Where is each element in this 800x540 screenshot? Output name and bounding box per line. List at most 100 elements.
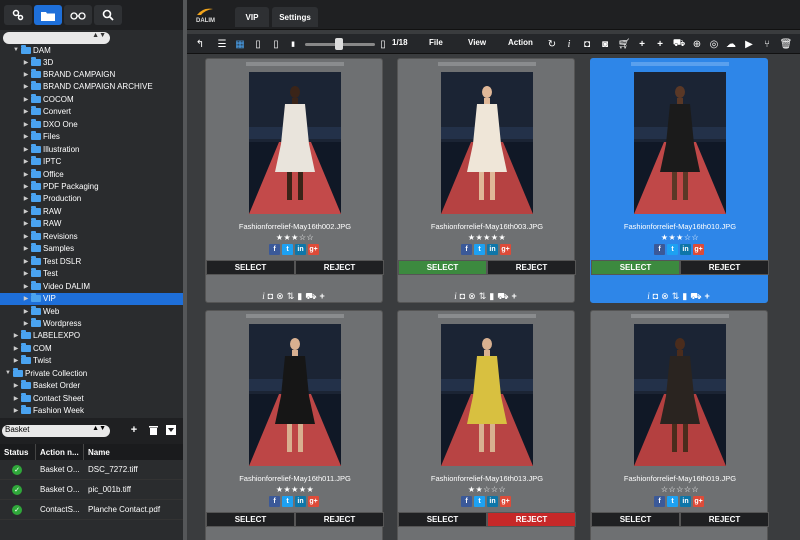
share-twitter-icon[interactable]: t (474, 496, 485, 507)
expand-toggle-icon[interactable]: ▶ (22, 283, 30, 290)
expand-toggle-icon[interactable]: ▶ (22, 108, 30, 115)
cloud-button[interactable]: ☁ (724, 36, 738, 52)
refresh-button[interactable]: ↻ (545, 36, 559, 52)
card-handle[interactable] (438, 62, 536, 66)
plus-icon[interactable]: + (512, 291, 520, 301)
tree-node[interactable]: ▶ Wordpress (22, 317, 82, 329)
tree-node[interactable]: ▶ Basket Order (12, 380, 80, 392)
select-button[interactable]: SELECT (591, 260, 680, 275)
share-facebook-icon[interactable]: f (269, 496, 280, 507)
expand-toggle-icon[interactable]: ▶ (22, 59, 30, 66)
expand-toggle-icon[interactable]: ▶ (22, 208, 30, 215)
tree-node[interactable]: ▶ DXO One (22, 118, 78, 130)
expand-toggle-icon[interactable]: ▶ (22, 133, 30, 140)
reject-button[interactable]: REJECT (295, 260, 384, 275)
workflow-button[interactable]: ⑂ (760, 36, 774, 52)
upload-button[interactable]: ◙ (598, 36, 612, 52)
tree-node[interactable]: ▶ Twist (12, 355, 51, 367)
zoom-slider-handle[interactable] (335, 38, 343, 50)
star-rating[interactable]: ★★☆☆☆ (398, 485, 576, 494)
trash-icon[interactable]: ▮ (297, 291, 305, 301)
select-button[interactable]: SELECT (398, 260, 487, 275)
basket-row[interactable]: ✓ Basket O... DSC_7272.tiff (0, 460, 183, 480)
tree-root-select[interactable]: ▲▼ (3, 32, 110, 44)
download-icon[interactable]: ◘ (653, 291, 661, 301)
zoom-in-icon[interactable]: ▯ (377, 36, 389, 52)
expand-toggle-icon[interactable]: ▼ (12, 47, 20, 53)
download-icon[interactable]: ◘ (460, 291, 468, 301)
menu-file[interactable]: File (429, 38, 443, 47)
expand-toggle-icon[interactable]: ▶ (12, 357, 20, 364)
card-handle[interactable] (246, 314, 344, 318)
share-linkedin-icon[interactable]: in (295, 496, 306, 507)
folder-button[interactable] (34, 5, 62, 25)
asset-thumbnail[interactable] (249, 324, 341, 466)
expand-toggle-icon[interactable]: ▶ (22, 270, 30, 277)
grid-view-button[interactable]: ▦ (233, 36, 247, 52)
basket-row[interactable]: ✓ Basket O... pic_001b.tiff (0, 480, 183, 500)
glasses-button[interactable] (64, 5, 92, 25)
tree-node[interactable]: ▶ BRAND CAMPAIGN ARCHIVE (22, 81, 153, 93)
asset-card[interactable]: Fashionforrelief-May16th002.JPG ★★★☆☆ f t in… (205, 58, 384, 303)
asset-thumbnail[interactable] (441, 324, 533, 466)
expand-toggle-icon[interactable]: ▶ (22, 71, 30, 78)
select-button[interactable]: SELECT (398, 512, 487, 527)
share-facebook-icon[interactable]: f (654, 244, 665, 255)
share-googleplus-icon[interactable]: g+ (500, 496, 511, 507)
reject-button[interactable]: REJECT (680, 512, 769, 527)
expand-toggle-icon[interactable]: ▶ (22, 96, 30, 103)
tree-node[interactable]: ▶ Files (22, 131, 60, 143)
share-facebook-icon[interactable]: f (461, 244, 472, 255)
expand-toggle-icon[interactable]: ▶ (22, 308, 30, 315)
share-linkedin-icon[interactable]: in (487, 496, 498, 507)
asset-thumbnail[interactable] (249, 72, 341, 214)
tree-node[interactable]: ▶ Revisions (22, 230, 78, 242)
expand-toggle-icon[interactable]: ▶ (22, 121, 30, 128)
tree-node[interactable]: ▶ Test (22, 268, 58, 280)
reject-button[interactable]: REJECT (487, 512, 576, 527)
download-button[interactable]: ◘ (580, 36, 594, 52)
tree-node[interactable]: ▶ Convert (22, 106, 71, 118)
reject-button[interactable]: REJECT (295, 512, 384, 527)
cart-add-button[interactable]: ⛟ (672, 36, 686, 52)
share-twitter-icon[interactable]: t (667, 244, 678, 255)
tree-node[interactable]: ▶ VIP (0, 292, 183, 305)
share-googleplus-icon[interactable]: g+ (693, 244, 704, 255)
tree-node[interactable]: ▶ LABELEXPO (12, 330, 80, 342)
sort-icon[interactable]: ⇅ (479, 291, 490, 301)
expand-toggle-icon[interactable]: ▶ (22, 295, 30, 302)
expand-toggle-icon[interactable]: ▶ (22, 233, 30, 240)
tree-node[interactable]: ▶ COM (12, 342, 52, 354)
list-view-button[interactable]: ☰ (215, 36, 229, 52)
expand-toggle-icon[interactable]: ▶ (12, 382, 20, 389)
cart-icon[interactable]: ⛟ (305, 291, 319, 301)
menu-action[interactable]: Action (508, 38, 533, 47)
tree-node[interactable]: ▶ RAW (22, 205, 61, 217)
share-linkedin-icon[interactable]: in (680, 244, 691, 255)
asset-card[interactable]: Fashionforrelief-May16th011.JPG ★★★★★ f t in… (205, 310, 384, 540)
tree-node[interactable]: ▶ Video DALIM (22, 280, 90, 292)
star-rating[interactable]: ★★★☆☆ (206, 233, 384, 242)
delete-basket-button[interactable] (147, 424, 159, 436)
card-handle[interactable] (631, 314, 729, 318)
card-handle[interactable] (246, 62, 344, 66)
binoculars-icon[interactable]: ⊗ (661, 291, 672, 301)
share-facebook-icon[interactable]: f (654, 496, 665, 507)
tree-node[interactable]: ▶ Test DSLR (22, 255, 81, 267)
left-resize-handle[interactable] (183, 0, 191, 540)
asset-thumbnail[interactable] (441, 72, 533, 214)
expand-toggle-icon[interactable]: ▶ (22, 195, 30, 202)
download-basket-button[interactable] (165, 424, 177, 436)
settings-button[interactable] (4, 5, 32, 25)
tab-vip[interactable]: VIP (235, 7, 269, 27)
page-small-button[interactable]: ▯ (269, 36, 283, 52)
share-linkedin-icon[interactable]: in (487, 244, 498, 255)
add-basket-button[interactable]: + (128, 424, 140, 436)
star-rating[interactable]: ★★★★★ (206, 485, 384, 494)
tree-node[interactable]: ▶ COCOM (22, 93, 74, 105)
reject-button[interactable]: REJECT (487, 260, 576, 275)
column-status[interactable]: Status (0, 444, 36, 460)
select-button[interactable]: SELECT (206, 260, 295, 275)
column-action[interactable]: Action n... (36, 444, 84, 460)
share-facebook-icon[interactable]: f (269, 244, 280, 255)
